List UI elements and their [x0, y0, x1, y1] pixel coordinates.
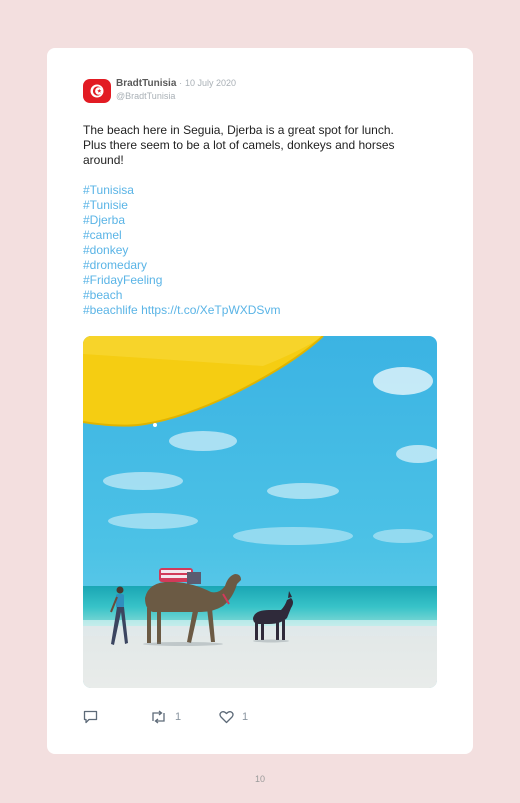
hashtag-link[interactable]: #donkey — [83, 243, 443, 258]
tweet-actions: 1 1 — [83, 710, 437, 724]
tweet-date[interactable]: 10 July 2020 — [185, 78, 236, 88]
hashtag-link[interactable]: #Tunisisa — [83, 183, 443, 198]
hashtag-line: #beachlife https://t.co/XeTpWXDSvm — [83, 303, 443, 318]
hashtag-link[interactable]: #Djerba — [83, 213, 443, 228]
reply-icon — [83, 710, 98, 724]
hashtag-link[interactable]: #FridayFeeling — [83, 273, 443, 288]
author-row: BradtTunisia · 10 July 2020 — [116, 78, 236, 89]
tweet-text-line: around! — [83, 153, 124, 167]
hashtag-list: #Tunisisa #Tunisie #Djerba #camel #donke… — [83, 183, 443, 318]
beach-camel-photo — [83, 336, 437, 688]
reply-button[interactable] — [83, 710, 98, 724]
tweet-text-line: The beach here in Seguia, Djerba is a gr… — [83, 123, 394, 137]
hashtag-link[interactable]: #dromedary — [83, 258, 443, 273]
like-count: 1 — [242, 711, 249, 723]
tunisia-flag-icon — [83, 79, 111, 103]
tweet-card: BradtTunisia · 10 July 2020 @BradtTunisi… — [47, 48, 473, 754]
author-name[interactable]: BradtTunisia — [116, 78, 176, 89]
separator-dot: · — [179, 78, 183, 88]
retweet-icon — [152, 710, 165, 724]
hashtag-link[interactable]: #Tunisie — [83, 198, 443, 213]
retweet-button[interactable]: 1 — [150, 710, 181, 724]
retweet-count: 1 — [175, 711, 182, 723]
avatar[interactable] — [83, 79, 111, 103]
author-handle[interactable]: @BradtTunisia — [116, 91, 175, 101]
hashtag-link[interactable]: #beachlife — [83, 303, 138, 317]
tweet-photo[interactable] — [83, 336, 437, 688]
heart-icon — [219, 711, 234, 724]
tweet-text: The beach here in Seguia, Djerba is a gr… — [83, 123, 443, 168]
hashtag-link[interactable]: #beach — [83, 288, 443, 303]
tweet-text-line: Plus there seem to be a lot of camels, d… — [83, 138, 395, 152]
page-number: 10 — [254, 774, 265, 784]
like-button[interactable]: 1 — [219, 710, 248, 724]
hashtag-link[interactable]: #camel — [83, 228, 443, 243]
tweet-url-link[interactable]: https://t.co/XeTpWXDSvm — [141, 303, 280, 317]
